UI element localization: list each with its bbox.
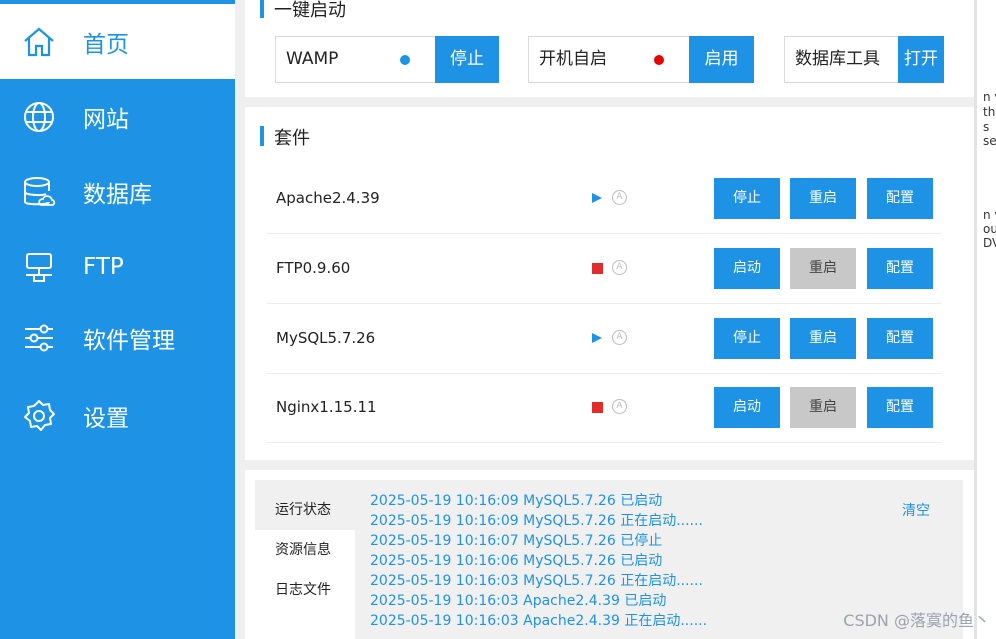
auto-start-icon: A <box>612 190 627 205</box>
sidebar: 首页 网站 数据库 FTP 软件管理 设置 <box>0 0 235 639</box>
window-edge <box>974 0 977 639</box>
mysql-restart-button[interactable]: 重启 <box>790 318 856 359</box>
nginx-start-button[interactable]: 启动 <box>714 387 780 428</box>
nginx-restart-button[interactable]: 重启 <box>790 387 856 428</box>
db-tool-open-button[interactable]: 打开 <box>898 36 944 83</box>
suite-row-mysql: MySQL5.7.26 A 停止 重启 配置 <box>267 304 941 374</box>
wamp-label: WAMP <box>286 49 339 69</box>
log-line: 2025-05-19 10:16:03 MySQL5.7.26 正在启动....… <box>370 573 703 589</box>
wamp-control: WAMP 停止 <box>275 36 499 83</box>
tab-resource-info[interactable]: 资源信息 <box>255 530 355 570</box>
suites-title: 套件 <box>260 124 310 150</box>
suite-row-apache: Apache2.4.39 A 停止 重启 配置 <box>267 164 941 234</box>
sidebar-item-ftp[interactable]: FTP <box>0 229 235 304</box>
auto-start-icon: A <box>612 399 627 414</box>
suite-name: Nginx1.15.11 <box>276 398 377 416</box>
log-line: 2025-05-19 10:16:03 Apache2.4.39 正在启动...… <box>370 613 708 629</box>
apache-restart-button[interactable]: 重启 <box>790 178 856 219</box>
sliders-icon <box>22 321 56 355</box>
log-line: 2025-05-19 10:16:09 MySQL5.7.26 已启动 <box>370 493 663 509</box>
db-tool-label: 数据库工具 <box>795 49 880 69</box>
sidebar-item-settings[interactable]: 设置 <box>0 378 235 453</box>
autostart-label: 开机自启 <box>539 49 607 69</box>
quick-start-card: 一键启动 WAMP 停止 开机自启 启用 数据库工具 打开 <box>245 0 974 97</box>
background-text: ou <box>983 222 996 236</box>
wamp-status-dot <box>400 55 410 65</box>
suites-card: 套件 Apache2.4.39 A 停止 重启 配置 FTP0.9.60 A 启… <box>245 107 974 460</box>
log-line: 2025-05-19 10:16:03 Apache2.4.39 已启动 <box>370 593 667 609</box>
mysql-stop-button[interactable]: 停止 <box>714 318 780 359</box>
watermark: CSDN @落寞的鱼丶 <box>843 611 990 630</box>
ftp-start-button[interactable]: 启动 <box>714 248 780 289</box>
quick-start-title: 一键启动 <box>260 0 346 22</box>
stopped-status-icon <box>592 263 603 274</box>
auto-start-icon: A <box>612 330 627 345</box>
background-text: th <box>983 105 996 119</box>
autostart-control: 开机自启 启用 <box>528 36 754 83</box>
home-icon <box>22 25 56 59</box>
clear-log-link[interactable]: 清空 <box>902 500 930 520</box>
suite-name: FTP0.9.60 <box>276 259 351 277</box>
wamp-stop-button[interactable]: 停止 <box>435 36 499 83</box>
nginx-config-button[interactable]: 配置 <box>867 387 933 428</box>
suite-name: Apache2.4.39 <box>276 189 380 207</box>
autostart-enable-button[interactable]: 启用 <box>689 36 754 83</box>
sidebar-item-software[interactable]: 软件管理 <box>0 300 235 375</box>
log-line: 2025-05-19 10:16:09 MySQL5.7.26 正在启动....… <box>370 513 703 529</box>
sidebar-item-label: 网站 <box>83 106 129 133</box>
mysql-config-button[interactable]: 配置 <box>867 318 933 359</box>
stopped-status-icon <box>592 402 603 413</box>
background-text: se <box>983 134 996 148</box>
sidebar-item-label: FTP <box>83 253 124 280</box>
sidebar-item-website[interactable]: 网站 <box>0 79 235 154</box>
sidebar-item-home[interactable]: 首页 <box>0 4 235 79</box>
ftp-config-button[interactable]: 配置 <box>867 248 933 289</box>
ftp-restart-button[interactable]: 重启 <box>790 248 856 289</box>
background-text: s <box>983 120 990 134</box>
background-window-strip: n v th s se n v ou DV <box>974 0 996 639</box>
sidebar-item-label: 首页 <box>83 31 129 58</box>
suite-row-ftp: FTP0.9.60 A 启动 重启 配置 <box>267 234 941 304</box>
suite-name: MySQL5.7.26 <box>276 329 376 347</box>
sidebar-item-label: 设置 <box>83 405 129 432</box>
log-line: 2025-05-19 10:16:06 MySQL5.7.26 已启动 <box>370 553 663 569</box>
log-line: 2025-05-19 10:16:07 MySQL5.7.26 已停止 <box>370 533 663 549</box>
running-status-icon <box>592 333 602 343</box>
tab-log-files[interactable]: 日志文件 <box>255 570 355 610</box>
apache-stop-button[interactable]: 停止 <box>714 178 780 219</box>
sidebar-item-label: 数据库 <box>83 181 152 208</box>
background-text: n v <box>983 90 996 104</box>
database-icon <box>22 175 56 209</box>
sidebar-item-database[interactable]: 数据库 <box>0 154 235 229</box>
suite-row-nginx: Nginx1.15.11 A 启动 重启 配置 <box>267 373 941 443</box>
auto-start-icon: A <box>612 260 627 275</box>
gear-icon <box>22 399 56 433</box>
autostart-status-dot <box>654 55 664 65</box>
apache-config-button[interactable]: 配置 <box>867 178 933 219</box>
server-icon <box>22 250 56 284</box>
background-text: DV <box>983 236 996 250</box>
globe-icon <box>22 100 56 134</box>
background-text: n v <box>983 208 996 222</box>
db-tool-control: 数据库工具 打开 <box>784 36 944 83</box>
tab-run-status[interactable]: 运行状态 <box>255 490 355 530</box>
sidebar-item-label: 软件管理 <box>83 327 175 354</box>
running-status-icon <box>592 193 602 203</box>
